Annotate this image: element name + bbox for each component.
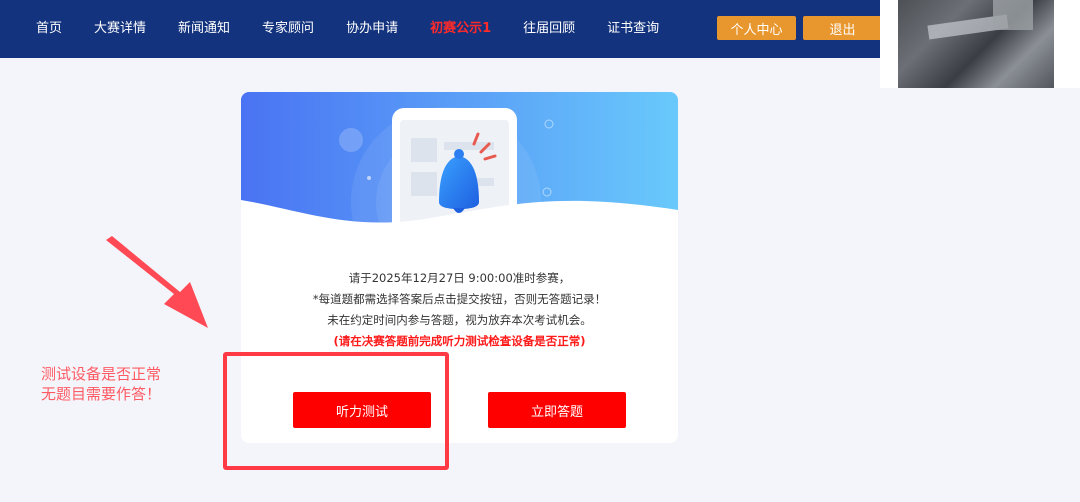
main-nav: 首页 大赛详情 新闻通知 专家顾问 协办申请 初赛公示1 往届回顾 证书查询 xyxy=(36,0,691,58)
notice-warning: (请在决赛答题前完成听力测试检查设备是否正常) xyxy=(333,334,586,348)
annotation-arrow-icon xyxy=(106,236,208,328)
annotation-tip-line1: 测试设备是否正常 xyxy=(41,365,162,383)
nav-item-certificate-query[interactable]: 证书查询 xyxy=(607,0,659,58)
logout-button[interactable]: 退出 xyxy=(803,16,882,40)
notice-line-absence-rule: 未在约定时间内参与答题，视为放弃本次考试机会。 xyxy=(327,313,592,327)
nav-item-news[interactable]: 新闻通知 xyxy=(178,0,230,58)
notice-banner xyxy=(241,92,678,232)
annotation-highlight-box xyxy=(223,352,449,470)
nav-item-past-review[interactable]: 往届回顾 xyxy=(523,0,575,58)
nav-item-home[interactable]: 首页 xyxy=(36,0,62,58)
nav-item-preliminary-results[interactable]: 初赛公示1 xyxy=(430,0,491,58)
webcam-image xyxy=(898,0,1054,88)
notice-text: 请于2025年12月27日 9:00:00准时参赛， *每道题都需选择答案后点击… xyxy=(241,268,678,352)
start-answering-button[interactable]: 立即答题 xyxy=(488,392,626,428)
notice-line-submit-rule: *每道题都需选择答案后点击提交按钮，否则无答题记录！ xyxy=(312,292,607,306)
nav-item-experts[interactable]: 专家顾问 xyxy=(262,0,314,58)
nav-item-contest-details[interactable]: 大赛详情 xyxy=(94,0,146,58)
notice-line-start-time: 请于2025年12月27日 9:00:00准时参赛， xyxy=(348,271,571,285)
user-center-button[interactable]: 个人中心 xyxy=(717,16,796,40)
webcam-preview xyxy=(880,0,1080,88)
nav-item-co-organize[interactable]: 协办申请 xyxy=(346,0,398,58)
annotation-tip-line2: 无题目需要作答！ xyxy=(41,385,162,403)
annotation-tip: 测试设备是否正常 无题目需要作答！ xyxy=(41,364,161,404)
